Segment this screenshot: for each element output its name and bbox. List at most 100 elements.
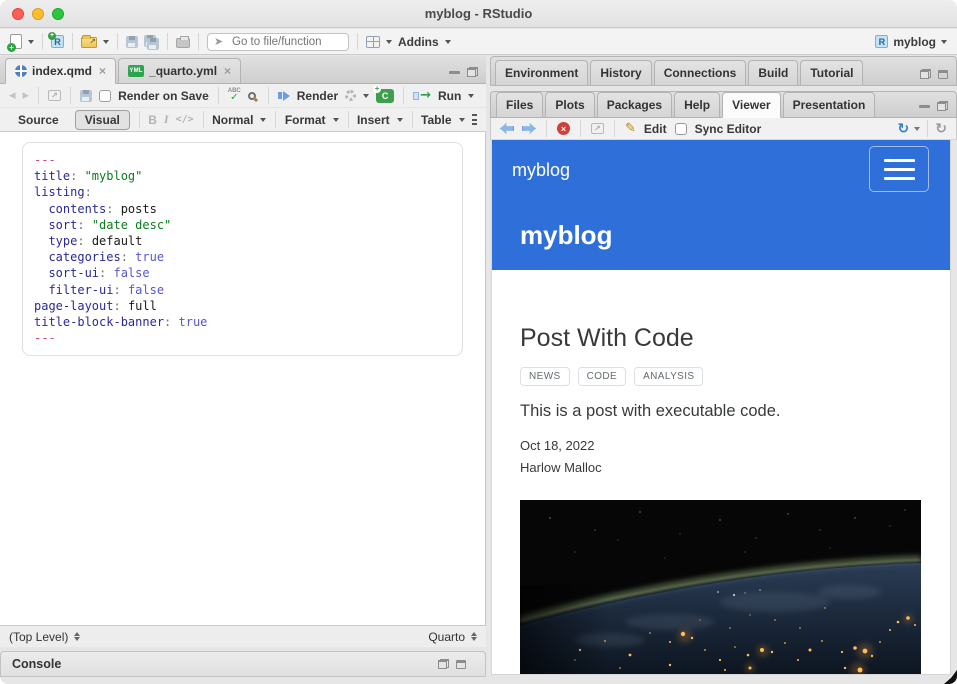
addins-dropdown-caret[interactable]: [445, 40, 451, 44]
minimize-pane-icon[interactable]: [919, 105, 930, 108]
edit-icon[interactable]: ✎: [625, 122, 636, 135]
tab-viewer[interactable]: Viewer: [722, 92, 780, 118]
addins-menu[interactable]: Addins: [398, 35, 439, 49]
open-file-icon[interactable]: [81, 37, 97, 48]
open-in-new-window-icon[interactable]: [48, 90, 61, 101]
table-menu-caret[interactable]: [459, 118, 465, 122]
tab-environment[interactable]: Environment: [495, 60, 588, 85]
tab-connections[interactable]: Connections: [654, 60, 747, 85]
render-options-caret[interactable]: [363, 94, 369, 98]
maximize-pane-icon[interactable]: [937, 101, 948, 111]
forward-icon[interactable]: ▸: [23, 89, 30, 102]
code-line: sort-ui: false: [34, 265, 452, 281]
badge-code[interactable]: CODE: [578, 367, 627, 386]
outline-icon[interactable]: [472, 114, 478, 125]
code-icon[interactable]: </>: [176, 114, 194, 125]
blog-navbar-brand[interactable]: myblog: [512, 160, 570, 181]
publish-dropdown-caret[interactable]: [914, 127, 920, 131]
paragraph-style-dropdown[interactable]: Normal: [212, 113, 253, 127]
run-icon[interactable]: →: [413, 89, 431, 102]
open-file-dropdown-caret[interactable]: [103, 40, 109, 44]
doc-type-selector[interactable]: Quarto: [428, 630, 465, 644]
save-document-icon[interactable]: [80, 90, 92, 102]
bold-icon[interactable]: B: [148, 113, 157, 127]
tab-plots[interactable]: Plots: [545, 92, 594, 118]
insert-chunk-icon[interactable]: C: [376, 89, 394, 103]
tab-index-qmd[interactable]: index.qmd: [5, 58, 116, 84]
close-window-button[interactable]: [12, 8, 24, 20]
render-on-save-checkbox[interactable]: [99, 90, 111, 102]
run-dropdown-caret[interactable]: [468, 94, 474, 98]
source-mode-button[interactable]: Source: [9, 111, 68, 129]
visual-mode-button[interactable]: Visual: [75, 110, 130, 130]
format-menu-caret[interactable]: [333, 118, 339, 122]
render-on-save-label[interactable]: Render on Save: [118, 89, 209, 103]
italic-icon[interactable]: I: [164, 112, 169, 127]
stop-icon[interactable]: ×: [557, 122, 570, 135]
tab-packages[interactable]: Packages: [597, 92, 672, 118]
minimize-window-button[interactable]: [32, 8, 44, 20]
scope-selector[interactable]: (Top Level): [9, 630, 68, 644]
print-icon[interactable]: [176, 38, 190, 48]
restore-pane-icon[interactable]: [438, 659, 449, 669]
viewer-pane-tabstrip: Files Plots Packages Help Viewer Present…: [490, 91, 957, 118]
insert-menu[interactable]: Insert: [357, 113, 390, 127]
console-window-buttons: [438, 659, 474, 669]
table-menu[interactable]: Table: [421, 113, 451, 127]
tab-build[interactable]: Build: [748, 60, 798, 85]
maximize-pane-icon[interactable]: [456, 660, 466, 669]
open-in-browser-icon[interactable]: [591, 123, 604, 134]
scope-updown-icon[interactable]: [74, 632, 80, 642]
close-icon[interactable]: [99, 64, 106, 78]
visual-editor-canvas[interactable]: ---title: "myblog"listing: contents: pos…: [0, 132, 486, 625]
maximize-pane-icon[interactable]: [938, 70, 948, 79]
spellcheck-icon[interactable]: ABC✓: [228, 88, 241, 103]
new-file-icon[interactable]: [10, 34, 22, 49]
find-replace-icon[interactable]: [248, 92, 256, 100]
viewer-forward-icon[interactable]: [522, 123, 536, 134]
tab-files[interactable]: Files: [496, 92, 543, 118]
paragraph-style-caret[interactable]: [260, 118, 266, 122]
project-menu[interactable]: R myblog: [875, 35, 947, 49]
viewer-back-icon[interactable]: [500, 123, 514, 134]
badge-news[interactable]: NEWS: [520, 367, 570, 386]
save-all-icon[interactable]: [144, 35, 159, 49]
insert-menu-caret[interactable]: [397, 118, 403, 122]
hamburger-menu-icon[interactable]: [869, 146, 929, 192]
new-file-dropdown-caret[interactable]: [28, 40, 34, 44]
render-button[interactable]: Render: [297, 89, 338, 103]
publish-icon[interactable]: ↻: [898, 122, 910, 136]
save-icon[interactable]: [126, 36, 138, 48]
pane-layout-icon[interactable]: [366, 36, 380, 48]
tab-presentation[interactable]: Presentation: [783, 92, 876, 118]
render-icon[interactable]: [278, 91, 290, 101]
maximize-pane-icon[interactable]: [467, 67, 478, 77]
zoom-window-button[interactable]: [52, 8, 64, 20]
minimize-pane-icon[interactable]: [449, 71, 460, 74]
tab-quarto-yml[interactable]: YML _quarto.yml: [118, 58, 241, 84]
restore-pane-icon[interactable]: [920, 69, 931, 79]
divider: [167, 33, 168, 50]
tab-help[interactable]: Help: [674, 92, 720, 118]
doc-type-updown-icon[interactable]: [471, 632, 477, 642]
tab-tutorial[interactable]: Tutorial: [800, 60, 863, 85]
editor-status-bar: (Top Level) Quarto: [0, 625, 486, 647]
run-button[interactable]: Run: [438, 89, 461, 103]
console-pane-header[interactable]: Console: [0, 651, 486, 677]
goto-file-input[interactable]: [207, 33, 349, 51]
back-icon[interactable]: ◂: [9, 89, 16, 102]
tab-history[interactable]: History: [590, 60, 651, 85]
pane-layout-dropdown-caret[interactable]: [386, 40, 392, 44]
gear-icon[interactable]: [345, 90, 356, 101]
badge-analysis[interactable]: ANALYSIS: [634, 367, 703, 386]
viewer-toolbar: × ✎ Edit Sync Editor ↻ ↻: [490, 118, 957, 140]
yaml-metadata-block[interactable]: ---title: "myblog"listing: contents: pos…: [22, 142, 463, 356]
format-menu[interactable]: Format: [285, 113, 326, 127]
refresh-icon[interactable]: ↻: [935, 122, 947, 136]
new-project-icon[interactable]: R: [51, 35, 64, 48]
goto-file-search[interactable]: ➤: [207, 33, 349, 51]
sync-editor-label[interactable]: Sync Editor: [695, 122, 762, 136]
edit-button[interactable]: Edit: [644, 122, 667, 136]
sync-editor-checkbox[interactable]: [675, 123, 687, 135]
close-icon[interactable]: [224, 64, 231, 78]
